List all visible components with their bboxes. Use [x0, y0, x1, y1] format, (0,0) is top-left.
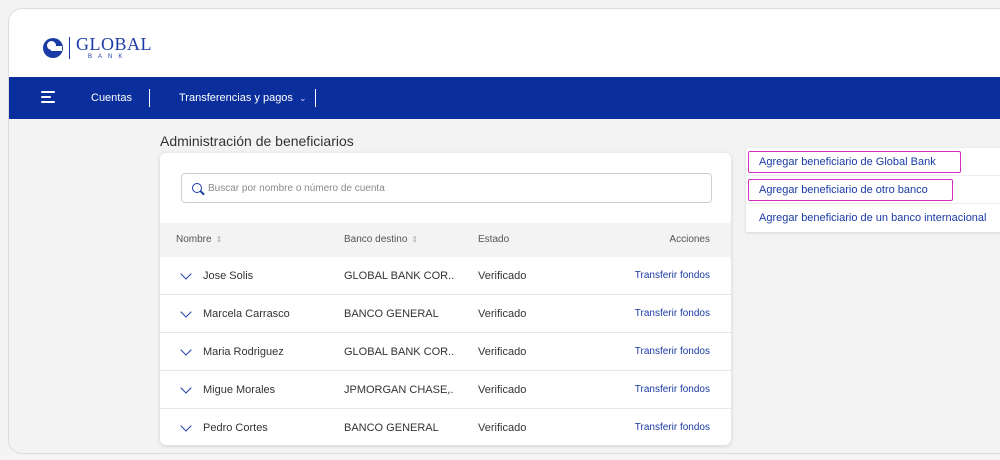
cell-estado: Verificado	[478, 308, 527, 320]
page-title: Administración de beneficiarios	[160, 133, 354, 149]
cell-banco: GLOBAL BANK COR..	[344, 270, 455, 282]
global-bank-logo[interactable]: GLOBAL BANK	[43, 35, 152, 60]
search-icon	[192, 183, 202, 193]
logo-name: GLOBAL	[76, 34, 152, 54]
add-international-bank-beneficiary[interactable]: Agregar beneficiario de un banco interna…	[746, 204, 1000, 232]
chevron-down-icon[interactable]	[180, 268, 192, 280]
app-window: GLOBAL BANK Cuentas Transferencias y pag…	[8, 8, 1000, 454]
cell-banco: JPMORGAN CHASE,.	[344, 384, 454, 396]
nav-separator	[149, 89, 150, 107]
transfer-funds-link[interactable]: Transferir fondos	[635, 333, 710, 371]
chevron-down-icon[interactable]	[180, 420, 192, 432]
transfer-funds-link[interactable]: Transferir fondos	[635, 371, 710, 409]
logo-divider	[69, 36, 70, 59]
cell-nombre: Migue Morales	[203, 384, 276, 396]
chevron-down-icon[interactable]	[180, 344, 192, 356]
cell-banco: GLOBAL BANK COR..	[344, 346, 455, 358]
chevron-down-icon: ⌄	[298, 93, 307, 103]
table-row: Marcela Carrasco BANCO GENERAL Verificad…	[160, 295, 731, 333]
cell-banco: BANCO GENERAL	[344, 308, 439, 320]
nav-cuentas[interactable]: Cuentas	[91, 77, 132, 119]
table-row: Pedro Cortes BANCO GENERAL Verificado Tr…	[160, 409, 731, 447]
globe-logo-icon	[43, 37, 63, 58]
add-global-bank-beneficiary-label: Agregar beneficiario de Global Bank	[759, 156, 936, 168]
nav-transferencias[interactable]: Transferencias y pagos ⌄	[179, 77, 306, 119]
column-header-nombre[interactable]: Nombre ⇕	[176, 223, 222, 257]
hamburger-icon[interactable]	[41, 91, 55, 104]
column-header-acciones: Acciones	[669, 234, 710, 245]
add-international-bank-beneficiary-label: Agregar beneficiario de un banco interna…	[759, 212, 987, 224]
column-header-banco-label: Banco destino	[344, 234, 408, 245]
main-navbar: Cuentas Transferencias y pagos ⌄	[9, 77, 1000, 119]
table-row: Migue Morales JPMORGAN CHASE,. Verificad…	[160, 371, 731, 409]
cell-estado: Verificado	[478, 270, 527, 282]
cell-nombre: Maria Rodriguez	[203, 346, 284, 358]
transfer-funds-link[interactable]: Transferir fondos	[635, 257, 710, 295]
chevron-down-icon[interactable]	[180, 382, 192, 394]
add-other-bank-beneficiary-label: Agregar beneficiario de otro banco	[759, 184, 928, 196]
cell-nombre: Pedro Cortes	[203, 422, 268, 434]
table-header: Nombre ⇕ Banco destino ⇕ Estado Acciones	[160, 223, 731, 257]
search-input[interactable]	[208, 182, 688, 194]
beneficiaries-card: Nombre⇕ Banco destino⇕ Estado Acciones J…	[160, 153, 731, 445]
search-box[interactable]	[181, 173, 712, 203]
nav-separator	[315, 89, 316, 107]
table-row: Maria Rodriguez GLOBAL BANK COR.. Verifi…	[160, 333, 731, 371]
sort-icon: ⇕	[411, 235, 419, 244]
logo-sub: BANK	[88, 54, 129, 60]
add-other-bank-beneficiary[interactable]: Agregar beneficiario de otro banco	[746, 176, 1000, 204]
transfer-funds-link[interactable]: Transferir fondos	[635, 295, 710, 333]
column-header-banco[interactable]: Banco destino ⇕	[344, 223, 418, 257]
nav-transferencias-label: Transferencias y pagos	[179, 92, 293, 104]
table-row: Jose Solis GLOBAL BANK COR.. Verificado …	[160, 257, 731, 295]
cell-estado: Verificado	[478, 346, 527, 358]
cell-estado: Verificado	[478, 384, 527, 396]
cell-nombre: Jose Solis	[203, 270, 254, 282]
cell-banco: BANCO GENERAL	[344, 422, 439, 434]
add-global-bank-beneficiary[interactable]: Agregar beneficiario de Global Bank	[746, 148, 1000, 176]
column-header-estado: Estado	[478, 234, 510, 245]
transfer-funds-link[interactable]: Transferir fondos	[635, 409, 710, 447]
chevron-down-icon[interactable]	[180, 306, 192, 318]
add-beneficiary-menu: Agregar beneficiario de Global Bank Agre…	[746, 148, 1000, 232]
brand-header: GLOBAL BANK	[9, 9, 1000, 77]
sort-icon: ⇕	[215, 235, 223, 244]
cell-nombre: Marcela Carrasco	[203, 308, 290, 320]
cell-estado: Verificado	[478, 422, 527, 434]
column-header-nombre-label: Nombre	[176, 234, 212, 245]
